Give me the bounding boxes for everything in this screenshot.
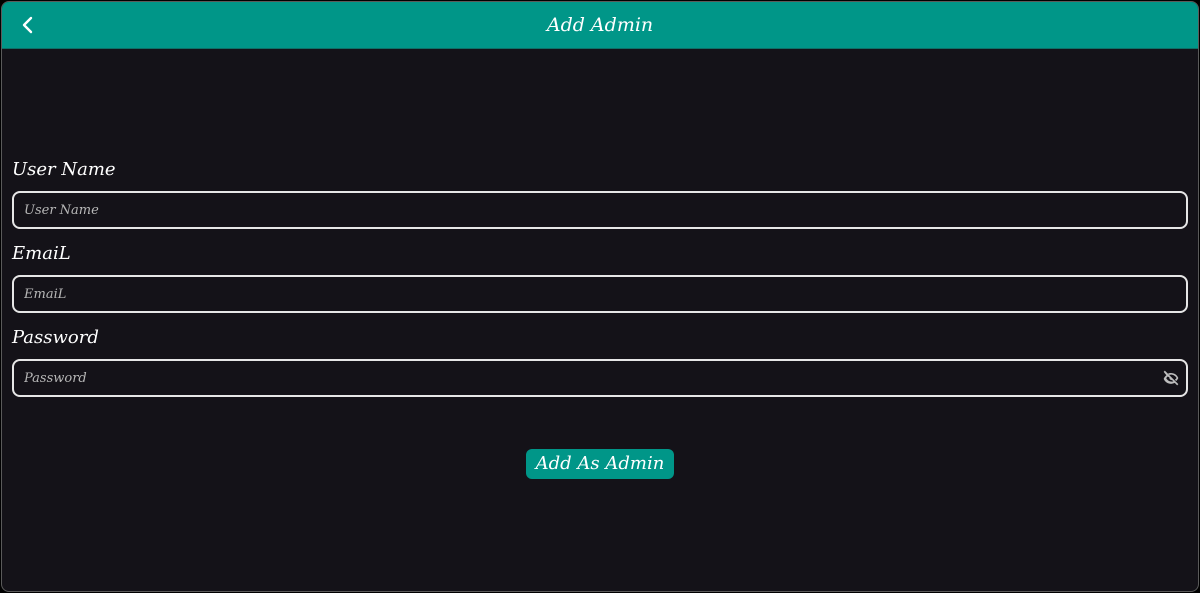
app-window: Add Admin User Name EmaiL Password [1,1,1199,592]
user-name-label: User Name [12,159,116,180]
app-bar: Add Admin [2,2,1198,49]
password-group: Password [12,325,1188,397]
add-admin-form: User Name EmaiL Password [12,157,1188,409]
user-name-group: User Name [12,157,1188,229]
submit-area: Add As Admin [2,449,1198,479]
email-group: EmaiL [12,241,1188,313]
user-name-input[interactable] [14,193,1186,227]
password-field-box [12,359,1188,397]
password-label: Password [12,327,99,348]
password-visibility-toggle[interactable] [1160,367,1182,389]
email-field-box [12,275,1188,313]
page-title: Add Admin [546,14,654,36]
email-label: EmaiL [12,243,71,264]
add-as-admin-button[interactable]: Add As Admin [525,449,675,479]
password-input[interactable] [14,361,1186,395]
email-input[interactable] [14,277,1186,311]
eye-off-icon [1163,370,1179,386]
user-name-field-box [12,191,1188,229]
